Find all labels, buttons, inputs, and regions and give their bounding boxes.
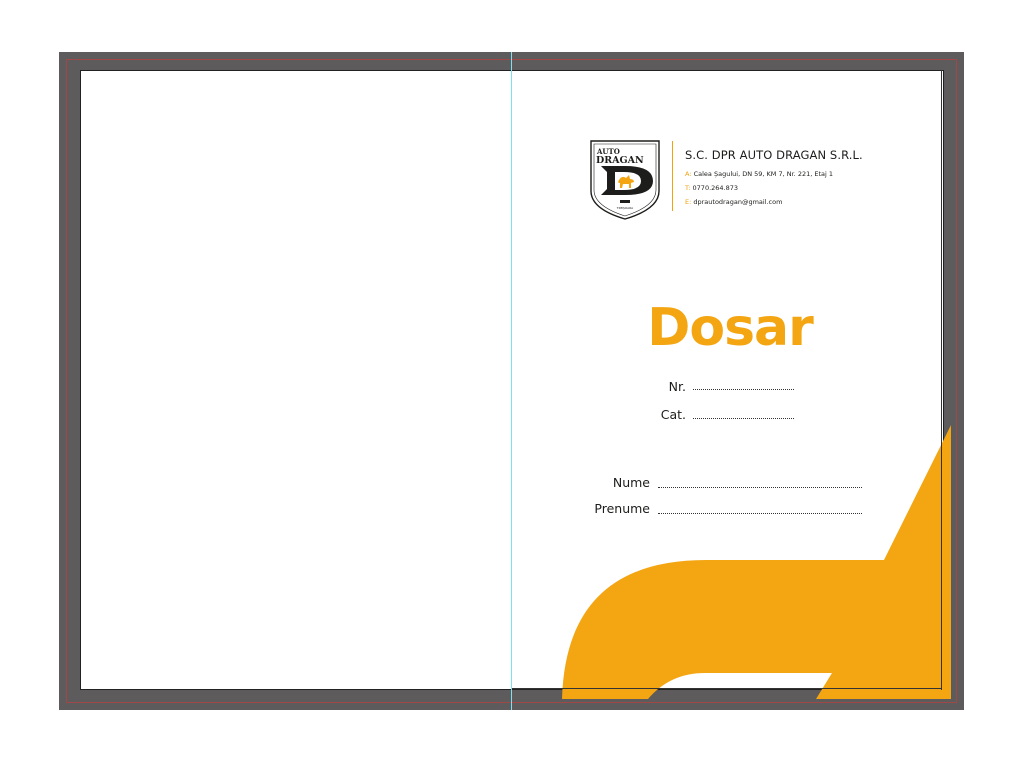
address-line: A: Calea Șagului, DN 59, KM 7, Nr. 221, …: [685, 167, 863, 181]
company-block: S.C. DPR AUTO DRAGAN S.R.L. A: Calea Șag…: [685, 148, 863, 209]
cat-field: Cat.: [640, 407, 686, 422]
logo-text-city: TIMIȘOARA: [616, 206, 634, 210]
prenume-line: [658, 513, 862, 514]
cat-label: Cat.: [660, 407, 686, 422]
margin-guide-bottom: [512, 688, 942, 689]
address-key: A:: [685, 170, 692, 178]
nr-line: [693, 389, 794, 390]
phone-key: T:: [685, 184, 691, 192]
phone-line: T: 0770.264.873: [685, 181, 863, 195]
auto-dragan-logo: AUTO DRAGAN TIMIȘOARA: [590, 140, 660, 220]
cat-line: [693, 418, 794, 419]
nr-label: Nr.: [668, 379, 686, 394]
nume-field: Nume: [580, 475, 650, 490]
nume-line: [658, 487, 862, 488]
contact-details: A: Calea Șagului, DN 59, KM 7, Nr. 221, …: [685, 167, 863, 209]
nume-label: Nume: [612, 475, 650, 490]
prenume-label: Prenume: [594, 501, 650, 516]
email-line: E: dprautodragan@gmail.com: [685, 195, 863, 209]
nr-field: Nr.: [640, 379, 686, 394]
page-title: Dosar: [647, 298, 814, 358]
header-divider: [672, 141, 673, 211]
email-value: dprautodragan@gmail.com: [693, 198, 783, 206]
prenume-field: Prenume: [580, 501, 650, 516]
phone-value: 0770.264.873: [692, 184, 739, 192]
margin-guide-right: [941, 70, 942, 690]
fold-guide: [511, 52, 512, 710]
logo-text-dragan: DRAGAN: [596, 155, 644, 166]
company-name: S.C. DPR AUTO DRAGAN S.R.L.: [685, 148, 863, 162]
email-key: E:: [685, 198, 692, 206]
address-value: Calea Șagului, DN 59, KM 7, Nr. 221, Eta…: [693, 170, 834, 178]
